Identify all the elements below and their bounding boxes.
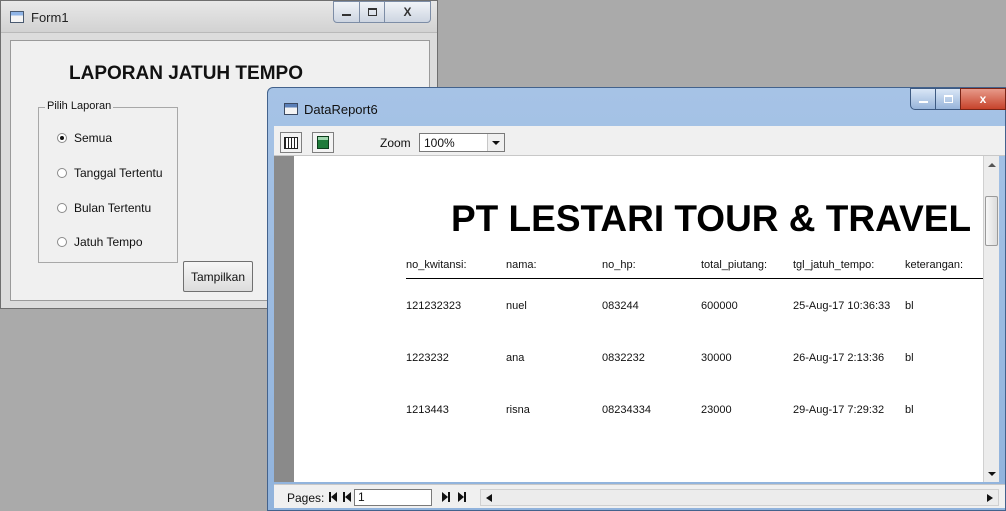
zoom-label: Zoom (380, 136, 411, 150)
report-icon (284, 103, 298, 115)
chevron-left-icon (486, 493, 492, 502)
form1-title: Form1 (31, 10, 69, 25)
cell-no-hp: 0832232 (602, 352, 645, 364)
pages-label: Pages: (287, 491, 325, 505)
report-minimize-button[interactable] (910, 88, 936, 110)
column-header: keterangan: (905, 259, 964, 271)
previous-page-button[interactable] (339, 489, 355, 505)
previous-page-icon (345, 492, 351, 502)
maximize-icon (367, 8, 377, 16)
cell-no-hp: 083244 (602, 300, 639, 312)
scroll-left-button[interactable] (481, 490, 497, 505)
radio-icon (57, 203, 67, 213)
column-header: total_piutang: (701, 259, 768, 271)
scroll-thumb[interactable] (985, 196, 998, 246)
show-report-button[interactable]: Tampilkan (183, 261, 253, 292)
form1-maximize-button[interactable] (359, 1, 385, 23)
datareport-window: DataReport6 x Zoom 100% PT LESTARI TOUR … (267, 87, 1006, 511)
minimize-icon (918, 101, 928, 103)
radio-option-jatuh-tempo[interactable]: Jatuh Tempo (57, 235, 143, 249)
radio-icon (57, 133, 67, 143)
vertical-scrollbar[interactable] (983, 156, 999, 482)
radio-option-bulan-tertentu[interactable]: Bulan Tertentu (57, 201, 151, 215)
cell-total-piutang: 23000 (701, 404, 732, 416)
report-maximize-button[interactable] (935, 88, 961, 110)
first-page-icon (331, 492, 337, 502)
cell-total-piutang: 30000 (701, 352, 732, 364)
radio-label: Bulan Tertentu (74, 201, 152, 215)
cell-tgl-jatuh-tempo: 26-Aug-17 2:13:36 (793, 352, 885, 364)
cell-total-piutang: 600000 (701, 300, 738, 312)
chevron-down-icon (987, 471, 996, 476)
report-close-button[interactable]: x (960, 88, 1006, 110)
radio-selected-dot (60, 136, 64, 140)
scroll-right-button[interactable] (982, 490, 998, 505)
cell-tgl-jatuh-tempo: 25-Aug-17 10:36:33 (793, 300, 891, 312)
cell-no-kwitansi: 121232323 (406, 300, 462, 312)
radio-label: Semua (74, 131, 113, 145)
close-icon: X (403, 5, 412, 19)
form1-minimize-button[interactable] (333, 1, 360, 23)
cell-keterangan: bl (905, 300, 914, 312)
cell-keterangan: bl (905, 404, 914, 416)
report-titlebar[interactable]: DataReport6 x (268, 88, 1006, 122)
form1-titlebar[interactable]: Form1 X (1, 1, 437, 33)
report-page: PT LESTARI TOUR & TRAVEL no_kwitansi: na… (294, 156, 994, 482)
print-button[interactable] (280, 132, 302, 153)
scroll-down-button[interactable] (984, 465, 999, 482)
export-icon (317, 136, 329, 149)
zoom-select[interactable]: 100% (419, 133, 505, 152)
radio-option-semua[interactable]: Semua (57, 131, 112, 145)
header-divider (406, 278, 992, 279)
report-statusbar: Pages: 1 (274, 484, 1005, 508)
scroll-up-button[interactable] (984, 156, 999, 173)
company-name: PT LESTARI TOUR & TRAVEL (451, 198, 972, 239)
cell-nama: nuel (506, 300, 527, 312)
cell-nama: ana (506, 352, 525, 364)
radio-icon (57, 168, 67, 178)
group-label: Pilih Laporan (45, 100, 114, 112)
cell-keterangan: bl (905, 352, 914, 364)
last-page-icon (464, 492, 466, 502)
cell-nama: risna (506, 404, 530, 416)
radio-label: Tanggal Tertentu (74, 166, 163, 180)
cell-no-hp: 08234334 (602, 404, 651, 416)
form-icon (10, 11, 24, 23)
next-page-icon (448, 492, 450, 502)
next-page-button[interactable] (438, 489, 454, 505)
report-title: DataReport6 (304, 102, 378, 117)
column-header: no_kwitansi: (406, 259, 467, 271)
chevron-up-icon (987, 162, 996, 167)
horizontal-scrollbar[interactable] (480, 489, 999, 506)
chevron-right-icon (987, 493, 993, 502)
form1-close-button[interactable]: X (384, 1, 431, 23)
report-heading: LAPORAN JATUH TEMPO (69, 63, 303, 84)
close-icon: x (979, 92, 987, 106)
zoom-value: 100% (424, 136, 455, 150)
print-icon (284, 136, 298, 149)
report-toolbar: Zoom 100% (274, 126, 1005, 156)
minimize-icon (342, 14, 351, 16)
radio-label: Jatuh Tempo (74, 235, 143, 249)
column-header: nama: (506, 259, 537, 271)
column-header: no_hp: (602, 259, 636, 271)
page-number-input[interactable]: 1 (354, 489, 432, 506)
export-button[interactable] (312, 132, 334, 153)
radio-option-tanggal-tertentu[interactable]: Tanggal Tertentu (57, 166, 163, 180)
cell-tgl-jatuh-tempo: 29-Aug-17 7:29:32 (793, 404, 885, 416)
chevron-down-icon (492, 140, 500, 145)
maximize-icon (943, 95, 953, 103)
cell-no-kwitansi: 1223232 (406, 352, 449, 364)
report-option-group: Pilih Laporan Semua Tanggal Tertentu Bul… (38, 100, 178, 263)
last-page-button[interactable] (454, 489, 470, 505)
column-header: tgl_jatuh_tempo: (793, 259, 875, 271)
cell-no-kwitansi: 1213443 (406, 404, 449, 416)
report-viewport: PT LESTARI TOUR & TRAVEL no_kwitansi: na… (274, 156, 999, 482)
zoom-dropdown-button[interactable] (487, 134, 504, 151)
radio-icon (57, 237, 67, 247)
